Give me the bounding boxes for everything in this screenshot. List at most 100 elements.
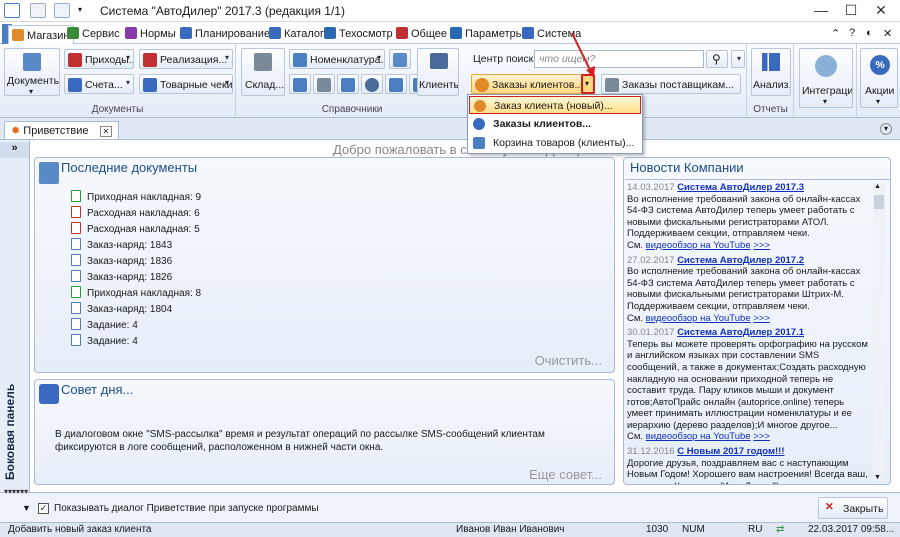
side-panel[interactable]: » Боковая панель [0, 140, 30, 492]
scroll-up-icon[interactable]: ▲ [874, 183, 881, 190]
menu-item-new-order[interactable]: Заказ клиента (новый)... [469, 96, 641, 114]
expand-panel-icon[interactable]: » [0, 142, 29, 158]
list-item[interactable]: Заказ-наряд: 1804 [71, 302, 172, 318]
tab-privetstvie[interactable]: ✹ Приветствие ✕ [4, 121, 120, 139]
youtube-link[interactable]: видеообзор на YouTube [646, 313, 751, 324]
splitter-handle[interactable]: ▾▾▾▾▾▾ [4, 487, 28, 496]
catalog-icon [269, 27, 281, 39]
minimize-ribbon-icon[interactable]: ⌃ [828, 24, 844, 44]
list-item[interactable]: Задание: 4 [71, 318, 138, 334]
zakazy-klientov-button[interactable]: Заказы клиентов... [471, 74, 583, 94]
grid-button[interactable] [337, 74, 359, 94]
more-link[interactable]: >>> [753, 240, 770, 251]
news-title: Новости Компании [630, 160, 744, 175]
grid-icon [341, 78, 355, 92]
user-button[interactable] [361, 74, 383, 94]
tab-planirovanie[interactable]: Планирование [177, 24, 274, 44]
tag-button[interactable] [289, 74, 311, 94]
list-item[interactable]: Задание: 4 [71, 334, 138, 350]
more-link[interactable]: >>> [753, 431, 770, 442]
tab-parametry[interactable]: Параметры [447, 24, 528, 44]
client-orders-dropdown[interactable]: ▾ [581, 74, 595, 94]
wrench-button[interactable] [385, 74, 407, 94]
minimize-button[interactable]: — [806, 0, 836, 22]
close-tab-icon[interactable]: ✕ [99, 126, 113, 137]
store-icon [12, 29, 24, 41]
quick-access-dropdown-icon[interactable]: ▾ [78, 3, 88, 18]
search-dropdown-button[interactable]: ▾ [731, 50, 745, 68]
prihody-button[interactable]: Приходы... ▾ [64, 49, 134, 69]
list-item[interactable]: Заказ-наряд: 1843 [71, 238, 172, 254]
sales-icon [143, 53, 157, 67]
tab-obshee[interactable]: Общее [393, 24, 451, 44]
integracia-button[interactable]: Интеграция ▾ [799, 48, 853, 108]
help-icon[interactable]: ? [846, 24, 859, 44]
clock-icon [125, 27, 137, 39]
style-icon[interactable]: ◐ [863, 24, 877, 44]
close-button[interactable]: ✕ Закрыть [818, 497, 888, 519]
next-tip-link[interactable]: Еще совет... [529, 467, 602, 482]
maximize-button[interactable]: ☐ [836, 0, 866, 22]
list-item[interactable]: Приходная накладная: 9 [71, 190, 201, 206]
ref-book-button[interactable] [389, 49, 411, 69]
document-icon [71, 286, 81, 298]
news-scrollbar[interactable]: ▲ ▼ [873, 183, 885, 481]
show-welcome-checkbox[interactable]: ✓ [38, 503, 49, 514]
scroll-thumb[interactable] [874, 195, 884, 209]
system-icon [522, 27, 534, 39]
analiz-button[interactable]: Анализ... [751, 48, 791, 96]
close-icon: ✕ [825, 501, 834, 513]
news-title-link[interactable]: Система АвтоДилер 2017.3 [677, 182, 804, 193]
search-input[interactable]: что ищем? [534, 50, 704, 68]
tab-sistema[interactable]: Система [519, 24, 585, 44]
documents-button[interactable]: Документы... ▾ [4, 48, 60, 96]
tovarnye-cheki-button[interactable]: Товарные чеки...▾ [139, 74, 233, 94]
sklad-button[interactable]: Склад... [241, 48, 285, 96]
chart-icon [762, 53, 780, 71]
list-item[interactable]: Приходная накладная: 8 [71, 286, 201, 302]
klienty-button[interactable]: Клиенты... [417, 48, 459, 96]
show-welcome-label: Показывать диалог Приветствие при запуск… [54, 503, 319, 514]
akcii-button[interactable]: % Акции ▾ [860, 48, 898, 108]
group-spravochniki: Склад... Номенклатура...▾ Клиенты... Спр… [237, 44, 467, 117]
tab-menu-icon[interactable]: ▾ [880, 123, 892, 135]
box-button[interactable] [313, 74, 335, 94]
menu-item-orders[interactable]: Заказы клиентов... [469, 115, 641, 133]
group-label-otchety: Отчеты [753, 104, 788, 115]
scheta-button[interactable]: Счета... ▾ [64, 74, 134, 94]
news-title-link[interactable]: Система АвтоДилер 2017.1 [677, 327, 804, 338]
news-title-link[interactable]: С Новым 2017 годом!!! [677, 446, 784, 457]
list-item[interactable]: Расходная накладная: 5 [71, 222, 200, 238]
ribbon-close-icon[interactable]: ✕ [880, 24, 896, 44]
status-hint: Добавить новый заказ клиента [8, 524, 152, 535]
tab-katalog[interactable]: Каталог [266, 24, 328, 44]
news-item: 27.02.2017 Система АвтоДилер 2017.2 Во и… [627, 254, 861, 324]
clear-link[interactable]: Очистить... [535, 353, 602, 368]
news-title-link[interactable]: Система АвтоДилер 2017.2 [677, 255, 804, 266]
news-item: 31.12.2016 С Новым 2017 годом!!! Дорогие… [627, 446, 868, 484]
quick-access-icon-2[interactable] [54, 3, 70, 18]
list-item[interactable]: Заказ-наряд: 1826 [71, 270, 172, 286]
tab-tehosmotr[interactable]: Техосмотр [321, 24, 397, 44]
realizacia-button[interactable]: Реализация... ▾ [139, 49, 233, 69]
news-list: 14.03.2017 Система АвтоДилер 2017.3 Во и… [627, 182, 871, 484]
quick-access-icon[interactable] [30, 3, 46, 18]
menu-item-cart[interactable]: Корзина товаров (клиенты)... [469, 134, 641, 152]
nomenklatura-button[interactable]: Номенклатура... ▾ [289, 49, 385, 69]
youtube-link[interactable]: видеообзор на YouTube [646, 431, 751, 442]
panel-collapse-icon[interactable]: ▼ [22, 503, 31, 513]
zakazy-postavshikam-button[interactable]: Заказы поставщикам... [601, 74, 741, 94]
documents-icon [23, 53, 41, 71]
recent-docs-panel: Последние документы Приходная накладная:… [34, 157, 615, 373]
scroll-down-icon[interactable]: ▼ [874, 474, 881, 481]
chevron-down-icon: ▾ [736, 54, 741, 63]
youtube-link[interactable]: видеообзор на YouTube [646, 240, 751, 251]
more-link[interactable]: >>> [753, 313, 770, 324]
list-item[interactable]: Расходная накладная: 6 [71, 206, 200, 222]
tab-servis[interactable]: Сервис [64, 24, 124, 44]
search-button[interactable]: ⚲ [706, 50, 728, 68]
tab-normy[interactable]: Нормы [122, 24, 180, 44]
group-otchety: Анализ... Отчеты [748, 44, 794, 117]
list-item[interactable]: Заказ-наряд: 1836 [71, 254, 172, 270]
close-window-button[interactable]: ✕ [866, 0, 896, 22]
